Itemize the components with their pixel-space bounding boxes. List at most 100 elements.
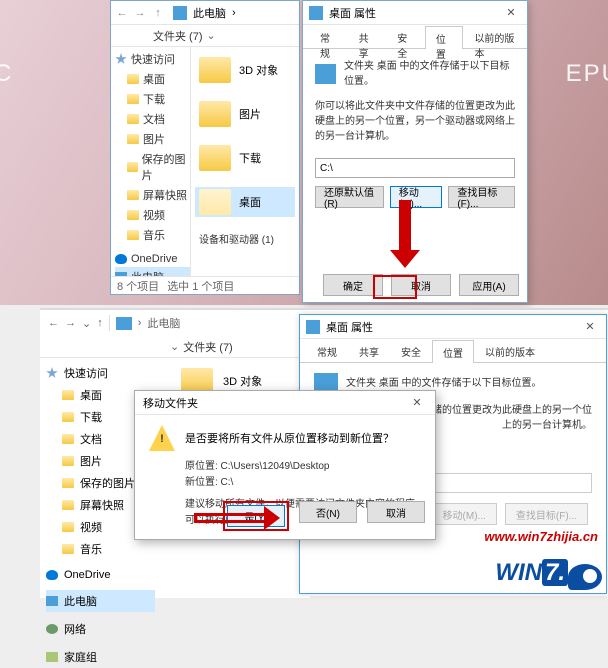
folder-icon (199, 145, 231, 171)
sidebar-item-pictures[interactable]: 图片 (115, 129, 190, 149)
home-bubble-icon (568, 564, 602, 590)
sidebar-this-pc[interactable]: 此电脑 (115, 267, 190, 276)
home-icon (46, 652, 58, 662)
folder-icon (127, 190, 139, 200)
restore-defaults-button[interactable]: 还原默认值(R) (315, 186, 384, 208)
sidebar-item-desktop[interactable]: 桌面 (115, 69, 190, 89)
breadcrumb-text: 此电脑 (147, 315, 180, 331)
apply-button[interactable]: 应用(A) (459, 274, 519, 296)
close-icon[interactable]: ✕ (407, 396, 427, 409)
nav-fwd-icon[interactable]: → (133, 6, 147, 20)
pc-icon (173, 6, 187, 20)
sidebar-this-pc[interactable]: 此电脑 (46, 590, 155, 612)
star-icon (115, 53, 127, 65)
sidebar-onedrive[interactable]: OneDrive (46, 566, 155, 584)
bg-text-left: LIC (0, 60, 13, 88)
find-target-button[interactable]: 查找目标(F)... (505, 503, 588, 525)
nav-back-icon[interactable]: ← (115, 6, 129, 20)
folder-icon (62, 434, 74, 444)
folder-icon (127, 114, 139, 124)
annotation-arrow-down (390, 200, 420, 268)
chevron-down-icon[interactable]: ⌄ (170, 340, 179, 353)
tab-general[interactable]: 常规 (309, 25, 348, 48)
list-item-selected[interactable]: 桌面 (195, 187, 295, 217)
tab-general[interactable]: 常规 (306, 339, 348, 362)
list-item[interactable]: 3D 对象 (195, 55, 295, 85)
tab-location[interactable]: 位置 (432, 340, 474, 363)
nav-up-icon[interactable]: ↑ (151, 6, 165, 20)
folder-icon (199, 189, 231, 215)
cloud-icon (46, 570, 58, 580)
list-item[interactable]: 下载 (195, 143, 295, 173)
close-icon[interactable]: ✕ (501, 6, 521, 19)
nav-back-icon[interactable]: ← (48, 317, 59, 329)
pc-icon (46, 596, 58, 606)
sidebar-network[interactable]: 网络 (46, 618, 155, 640)
find-target-button[interactable]: 查找目标(F)... (448, 186, 515, 208)
devices-header: 设备和驱动器 (1) (195, 231, 295, 246)
star-icon (46, 367, 58, 379)
network-icon (46, 624, 58, 634)
explorer-toolbar: ← → ↑ 此电脑 › (111, 1, 299, 25)
status-bar: 8 个项目 选中 1 个项目 (111, 276, 299, 294)
location-input[interactable] (315, 158, 515, 178)
tabs: 常规 共享 安全 位置 以前的版本 (303, 25, 527, 49)
chevron-down-icon[interactable]: ⌄ (207, 29, 216, 42)
nav-up-icon[interactable]: ↑ (97, 317, 103, 329)
breadcrumb[interactable]: 此电脑 › (173, 5, 236, 21)
sidebar-item-downloads[interactable]: 下载 (115, 89, 190, 109)
breadcrumb[interactable]: › 此电脑 (116, 315, 181, 331)
tab-location[interactable]: 位置 (425, 26, 464, 49)
titlebar: 移动文件夹 ✕ (135, 391, 435, 415)
sidebar-homegroup[interactable]: 家庭组 (46, 646, 155, 668)
folder-icon (199, 101, 231, 127)
explorer-toolbar: ← → ⌄ ↑ › 此电脑 (40, 310, 310, 336)
list-item[interactable]: 图片 (195, 99, 295, 129)
sidebar-item-music[interactable]: 音乐 (46, 538, 155, 560)
dialog-title: 移动文件夹 (143, 395, 198, 411)
separator (109, 315, 110, 331)
folder-icon (62, 478, 74, 488)
watermark-url: www.win7zhijia.cn (484, 529, 598, 544)
folder-icon (127, 94, 139, 104)
folder-icon (62, 390, 74, 400)
sidebar-item-documents[interactable]: 文档 (115, 109, 190, 129)
new-location: 新位置: C:\ (185, 475, 421, 491)
sidebar-item-screenshots[interactable]: 屏幕快照 (115, 185, 190, 205)
sidebar-quick-access[interactable]: 快速访问 (46, 362, 155, 384)
cancel-button[interactable]: 取消 (367, 501, 425, 523)
tab-sharing[interactable]: 共享 (348, 25, 387, 48)
nav-recent-icon[interactable]: ⌄ (82, 317, 91, 330)
no-button[interactable]: 否(N) (299, 501, 357, 523)
confirm-question: 是否要将所有文件从原位置移动到新位置？ (185, 430, 394, 446)
sidebar-onedrive[interactable]: OneDrive (115, 251, 190, 267)
tab-security[interactable]: 安全 (386, 25, 425, 48)
folder-icon (127, 230, 139, 240)
tabs: 常规 共享 安全 位置 以前的版本 (300, 339, 606, 363)
tab-previous[interactable]: 以前的版本 (474, 339, 546, 362)
annotation-arrow-right (194, 506, 280, 530)
group-header-text: 文件夹 (7) (153, 28, 203, 44)
sidebar-item-music[interactable]: 音乐 (115, 225, 190, 245)
folder-icon (62, 500, 74, 510)
sidebar-item-videos[interactable]: 视频 (115, 205, 190, 225)
site-logo: WIN7. (495, 559, 602, 590)
move-button[interactable]: 移动(M)... (432, 503, 497, 525)
tab-previous[interactable]: 以前的版本 (463, 25, 527, 48)
titlebar: 桌面 属性 ✕ (300, 315, 606, 339)
location-line1: 文件夹 桌面 中的文件存储于以下目标位置。 (346, 376, 542, 391)
confirm-dialog: 移动文件夹 ✕ 是否要将所有文件从原位置移动到新位置？ 原位置: C:\User… (134, 390, 436, 540)
sidebar-quick-access[interactable]: 快速访问 (115, 49, 190, 69)
item-count: 8 个项目 (117, 278, 159, 294)
tab-security[interactable]: 安全 (390, 339, 432, 362)
tab-sharing[interactable]: 共享 (348, 339, 390, 362)
folder-icon (127, 74, 139, 84)
sidebar-item-saved-pictures[interactable]: 保存的图片 (115, 149, 190, 185)
bg-text-right: EPUBLI (566, 60, 608, 88)
top-explorer-window: ← → ↑ 此电脑 › 文件夹 (7) ⌄ 快速访问 桌面 下载 文档 图片 保… (110, 0, 300, 295)
group-header-text: 文件夹 (7) (183, 339, 233, 355)
close-icon[interactable]: ✕ (580, 320, 600, 333)
folder-icon (127, 162, 138, 172)
titlebar: 桌面 属性 ✕ (303, 1, 527, 25)
nav-fwd-icon[interactable]: → (65, 317, 76, 329)
